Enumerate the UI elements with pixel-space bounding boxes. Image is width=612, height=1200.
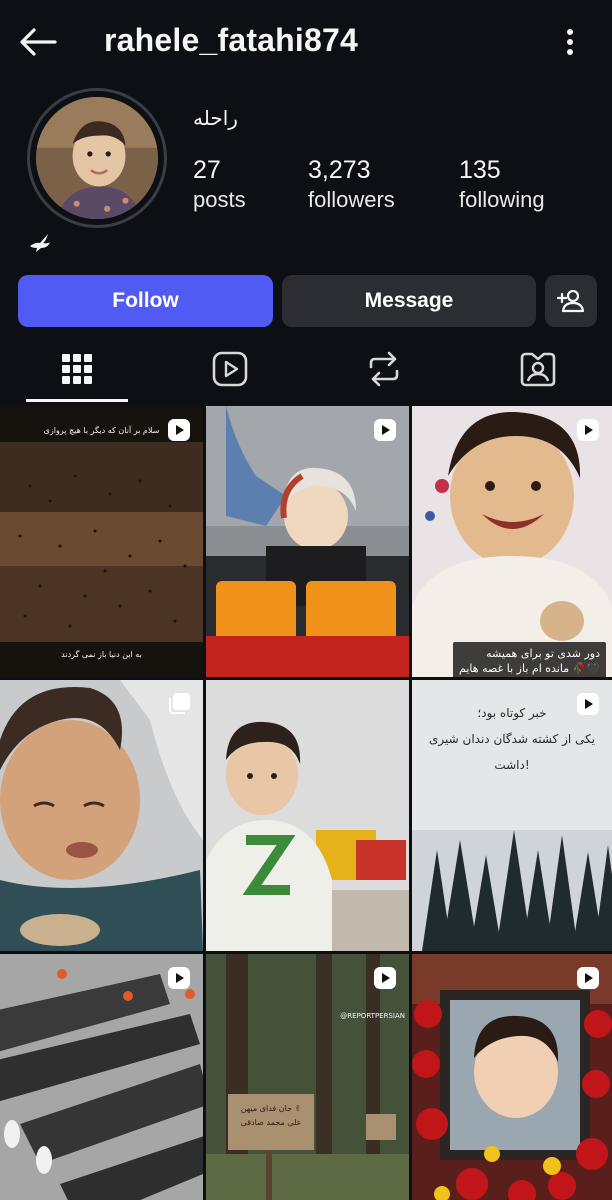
post-thumbnail[interactable]: سلام بر آنان که دیگر با هیچ پروازی به ای… [0,406,203,677]
carousel-icon [169,693,190,714]
more-options-button[interactable] [558,24,582,60]
post-caption: جان فدای میهن ✌ علی محمد صادقی [240,1104,302,1127]
post-thumbnail[interactable]: دور شدی تو برای همیشه مانده ام باز با غص… [412,406,612,677]
back-arrow-icon [20,28,57,56]
avatar [36,97,158,219]
message-button[interactable]: Message [282,275,536,327]
reel-icon [374,419,396,441]
more-vertical-icon [567,29,573,55]
tab-tagged[interactable] [487,335,589,402]
add-person-icon [557,289,585,313]
stat-posts-count: 27 [193,156,221,184]
reel-icon [577,967,599,989]
post-watermark: @REPORTPERSIAN [340,1012,405,1020]
suggest-user-button[interactable] [545,275,597,327]
stat-followers[interactable]: 3,273 followers [308,155,395,215]
profile-username: rahele_fatahi874 [104,22,359,58]
tab-reels[interactable] [179,335,281,402]
stat-following[interactable]: 135 following [459,155,545,215]
stat-posts-label: posts [193,187,246,212]
stat-posts[interactable]: 27 posts [193,155,246,215]
post-thumbnail[interactable] [0,680,203,951]
profile-full-name: راحله [193,106,238,130]
grid-icon [62,353,92,384]
post-caption: دور شدی تو برای همیشه مانده ام باز با غص… [453,642,606,677]
tab-grid[interactable] [26,335,128,402]
tagged-icon [520,352,556,386]
reposts-icon [369,351,399,386]
post-caption: خبر کوتاه بود؛ یکی از کشته شدگان دندان ش… [429,706,595,772]
follow-button[interactable]: Follow [18,275,273,327]
stat-followers-count: 3,273 [308,156,371,184]
post-caption: به این دنیا باز نمی گردند [61,650,142,659]
profile-tabs [0,335,612,402]
post-thumbnail[interactable]: خبر کوتاه بود؛ یکی از کشته شدگان دندان ش… [412,680,612,951]
back-button[interactable] [18,22,58,62]
avatar-ring[interactable] [27,88,167,228]
post-thumbnail[interactable] [412,954,612,1200]
reel-icon [168,419,190,441]
reel-icon [577,693,599,715]
reel-icon [374,967,396,989]
post-thumbnail[interactable] [206,406,409,677]
tab-reposts[interactable] [333,335,435,402]
stat-following-count: 135 [459,156,501,184]
active-tab-indicator [26,399,128,402]
post-thumbnail[interactable] [0,954,203,1200]
reel-icon [168,967,190,989]
post-thumbnail[interactable] [206,680,409,951]
dove-icon [30,234,50,252]
top-bar: rahele_fatahi874 [0,0,612,82]
reels-icon [212,351,248,386]
stat-followers-label: followers [308,187,395,212]
reel-icon [577,419,599,441]
post-thumbnail[interactable]: @REPORTPERSIAN جان فدای میهن ✌ علی محمد … [206,954,409,1200]
stat-following-label: following [459,187,545,212]
